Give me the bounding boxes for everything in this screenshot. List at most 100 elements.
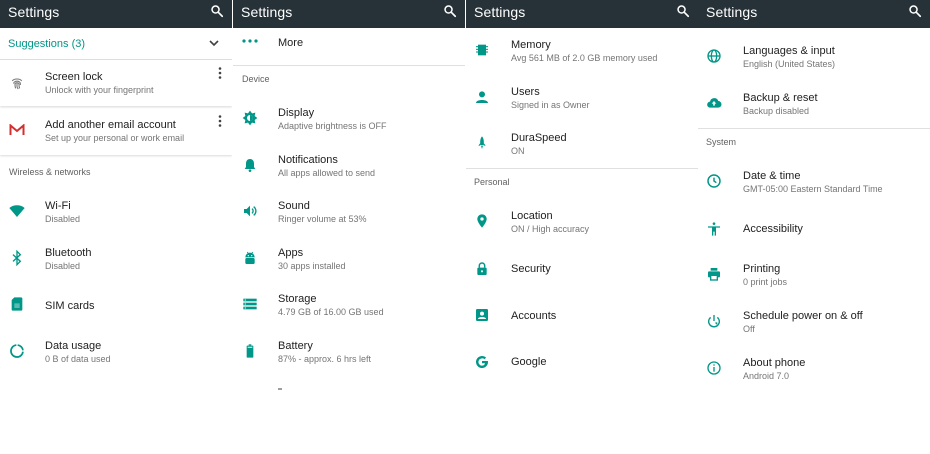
settings-item-sim-cards[interactable]: SIM cards: [0, 283, 232, 329]
settings-item-date-time[interactable]: Date & time GMT-05:00 Eastern Standard T…: [698, 160, 930, 206]
item-subtitle: 0 B of data used: [45, 354, 111, 364]
power-schedule-icon: [706, 313, 722, 329]
globe-icon: [706, 48, 722, 64]
settings-item-languages-input[interactable]: Languages & input English (United States…: [698, 35, 930, 81]
item-title: Languages & input: [743, 45, 835, 57]
item-subtitle: Android 7.0: [743, 371, 790, 381]
app-bar: Settings: [466, 0, 698, 28]
item-subtitle: Ringer volume at 53%: [278, 214, 367, 224]
app-bar-title: Settings: [706, 4, 758, 20]
settings-item-battery[interactable]: Battery 87% - approx. 6 hrs left: [233, 330, 465, 376]
suggestion-title: Screen lock: [45, 71, 103, 83]
item-title: Google: [511, 356, 547, 368]
settings-item-users[interactable]: Users Signed in as Owner: [466, 76, 698, 122]
item-title: Printing: [743, 263, 781, 275]
item-subtitle: Signed in as Owner: [511, 100, 590, 110]
suggestions-header[interactable]: Suggestions (3): [0, 28, 232, 60]
lock-icon: [474, 261, 490, 277]
item-title: Users: [511, 86, 540, 98]
item-title: Storage: [278, 293, 317, 305]
settings-item-printing[interactable]: Printing 0 print jobs: [698, 253, 930, 299]
item-title: Display: [278, 107, 315, 119]
settings-panel-3: Settings Memory Avg 561 MB of 2.0 GB mem…: [466, 0, 698, 454]
item-title: Apps: [278, 247, 304, 259]
settings-item-duraspeed[interactable]: DuraSpeed ON: [466, 122, 698, 168]
settings-item-apps[interactable]: Apps 30 apps installed: [233, 237, 465, 283]
settings-item-security[interactable]: Security: [466, 247, 698, 293]
settings-item-data-usage[interactable]: Data usage 0 B of data used: [0, 330, 232, 376]
section-header: Personal: [474, 177, 510, 187]
item-subtitle: 30 apps installed: [278, 261, 346, 271]
settings-item-about-phone[interactable]: About phone Android 7.0: [698, 347, 930, 393]
item-title: Notifications: [278, 154, 338, 166]
suggestion-subtitle: Set up your personal or work email: [45, 133, 185, 143]
item-subtitle: 4.79 GB of 16.00 GB used: [278, 307, 384, 317]
item-title: Schedule power on & off: [743, 310, 863, 322]
app-bar-title: Settings: [8, 4, 60, 20]
settings-item-storage[interactable]: Storage 4.79 GB of 16.00 GB used: [233, 283, 465, 329]
divider: [233, 65, 465, 66]
suggestions-label: Suggestions (3): [8, 38, 86, 50]
item-title: Bluetooth: [45, 247, 92, 259]
item-title: Date & time: [743, 170, 801, 182]
item-title: Wi-Fi: [45, 200, 71, 212]
overflow-menu-icon[interactable]: [218, 67, 222, 79]
item-subtitle: All apps allowed to send: [278, 168, 376, 178]
settings-item-accessibility[interactable]: Accessibility: [698, 207, 930, 253]
item-subtitle: English (United States): [743, 59, 836, 69]
settings-item-wifi[interactable]: Wi-Fi Disabled: [0, 190, 232, 236]
more-horizontal-icon: [242, 38, 258, 54]
printer-icon: [706, 266, 722, 282]
data-usage-icon: [9, 343, 25, 359]
item-title: Sound: [278, 200, 310, 212]
settings-item-backup-reset[interactable]: Backup & reset Backup disabled: [698, 82, 930, 128]
search-icon[interactable]: [210, 4, 224, 18]
settings-item-notifications[interactable]: Notifications All apps allowed to send: [233, 144, 465, 190]
bluetooth-icon: [9, 250, 25, 266]
item-subtitle: Avg 561 MB of 2.0 GB memory used: [511, 53, 658, 63]
gmail-icon: [9, 124, 25, 140]
settings-item-google[interactable]: Google: [466, 340, 698, 386]
search-icon[interactable]: [443, 4, 457, 18]
app-bar: Settings: [233, 0, 465, 28]
settings-item-more[interactable]: More: [233, 28, 465, 65]
settings-item-display[interactable]: Display Adaptive brightness is OFF: [233, 97, 465, 143]
suggestion-title: Add another email account: [45, 119, 176, 131]
item-title: Accessibility: [743, 223, 803, 235]
person-icon: [474, 89, 490, 105]
settings-panel-2: Settings More Device Display Adaptive br…: [233, 0, 465, 454]
item-title: Location: [511, 210, 553, 222]
suggestion-card-add-email[interactable]: Add another email account Set up your pe…: [0, 108, 232, 155]
chevron-down-icon[interactable]: [209, 40, 219, 47]
item-title: Security: [511, 263, 551, 275]
search-icon[interactable]: [676, 4, 690, 18]
settings-item-schedule-power[interactable]: Schedule power on & off Off: [698, 300, 930, 346]
battery-icon: [242, 343, 258, 359]
app-bar: Settings: [698, 0, 930, 28]
info-icon: [706, 360, 722, 376]
section-header: System: [706, 137, 737, 147]
app-bar: Settings: [0, 0, 232, 28]
rocket-icon: [474, 135, 490, 151]
suggestion-card-screen-lock[interactable]: Screen lock Unlock with your fingerprint: [0, 60, 232, 106]
settings-item-sound[interactable]: Sound Ringer volume at 53%: [233, 190, 465, 236]
app-bar-title: Settings: [474, 4, 526, 20]
settings-item-memory[interactable]: Memory Avg 561 MB of 2.0 GB memory used: [466, 29, 698, 75]
item-title: Backup & reset: [743, 92, 818, 104]
clock-icon: [706, 173, 722, 189]
android-icon: [242, 250, 258, 266]
settings-item-accounts[interactable]: Accounts: [466, 293, 698, 339]
overflow-menu-icon[interactable]: [218, 115, 222, 127]
item-subtitle: Off: [743, 324, 755, 334]
search-icon[interactable]: [908, 4, 922, 18]
settings-item-bluetooth[interactable]: Bluetooth Disabled: [0, 237, 232, 283]
settings-item-location[interactable]: Location ON / High accuracy: [466, 200, 698, 246]
settings-panel-4: Settings Languages & input English (Unit…: [698, 0, 930, 454]
google-icon: [474, 354, 490, 370]
item-title: Battery: [278, 340, 313, 352]
item-title: Memory: [511, 39, 551, 51]
bell-icon: [242, 157, 258, 173]
volume-icon: [242, 203, 258, 219]
sim-card-icon: [9, 296, 25, 312]
account-box-icon: [474, 307, 490, 323]
